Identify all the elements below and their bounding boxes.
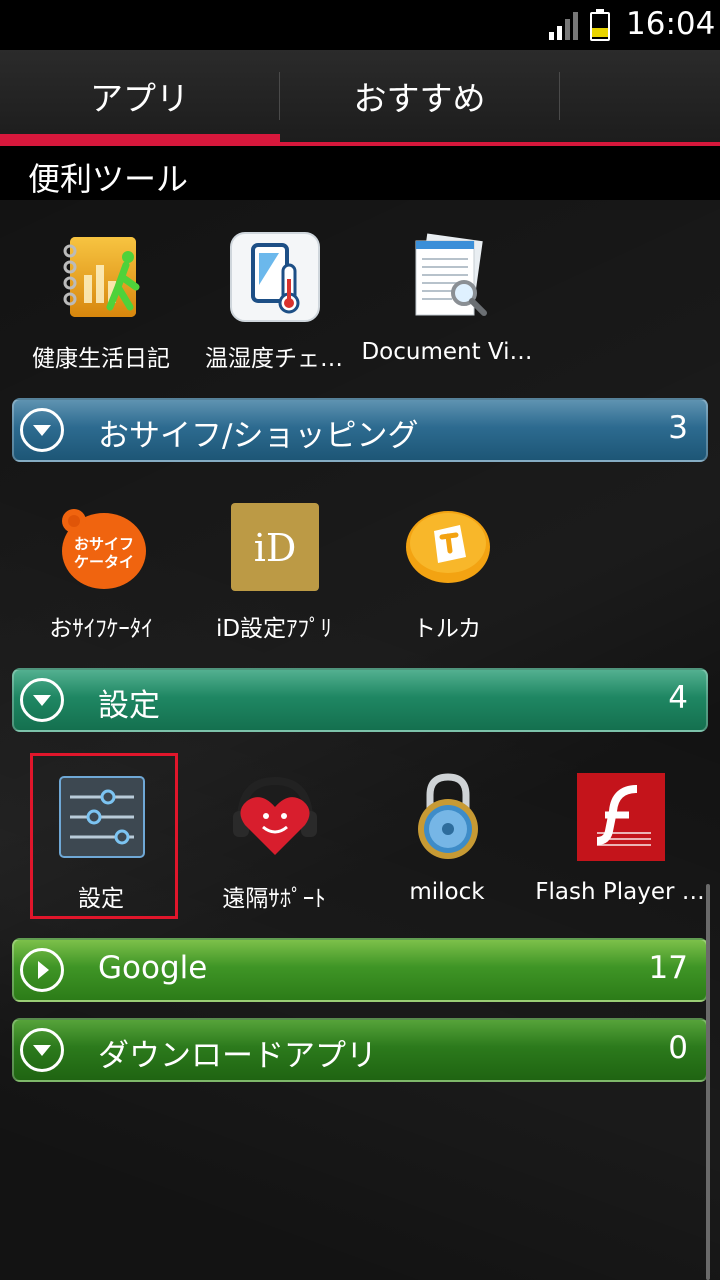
category-count: 4 — [668, 680, 688, 716]
document-viewer-icon — [415, 233, 487, 316]
osaifu-logo-text: ケータイ — [74, 553, 134, 571]
app-flash-player[interactable]: Flash Player … — [535, 743, 705, 913]
category-osaifu-shopping[interactable]: おサイフ/ショッピング 3 — [12, 398, 708, 462]
remote-support-icon — [233, 776, 317, 855]
toruca-icon — [406, 511, 490, 583]
app-label: iD設定ｱﾌﾟﾘ — [215, 616, 333, 642]
category-title: おサイフ/ショッピング — [98, 418, 419, 454]
battery-icon — [590, 9, 610, 41]
category-title: Google — [98, 950, 208, 986]
chevron-right-icon — [20, 948, 64, 992]
settings-icon — [59, 776, 145, 858]
app-id-settings[interactable]: iD iD設定ｱﾌﾟﾘ — [189, 473, 359, 643]
health-diary-icon — [63, 237, 140, 317]
app-label: 温湿度チェ… — [205, 346, 343, 372]
tab-divider — [559, 72, 560, 120]
scrollbar[interactable] — [706, 884, 710, 1280]
status-bar: 16:04 — [0, 0, 720, 50]
category-count: 0 — [668, 1030, 688, 1066]
app-label: 遠隔ｻﾎﾟｰﾄ — [222, 886, 326, 912]
app-temperature-humidity[interactable]: 温湿度チェ… — [189, 203, 359, 373]
category-title: 設定 — [98, 688, 160, 724]
chevron-down-icon — [20, 408, 64, 452]
app-toruca[interactable]: トルカ — [362, 473, 532, 643]
signal-strength-icon — [549, 12, 579, 40]
category-count: 17 — [648, 950, 688, 986]
app-remote-support[interactable]: 遠隔ｻﾎﾟｰﾄ — [189, 743, 359, 913]
id-app-icon: iD — [231, 503, 319, 591]
app-label: 健康生活日記 — [32, 346, 170, 372]
category-title: ダウンロードアプリ — [98, 1038, 377, 1074]
app-health-diary[interactable]: 健康生活日記 — [16, 203, 186, 373]
app-settings[interactable]: 設定 — [16, 743, 186, 913]
tab-apps[interactable]: アプリ — [0, 50, 279, 142]
app-document-viewer[interactable]: Document Vi… — [361, 203, 533, 373]
chevron-down-icon — [20, 1028, 64, 1072]
app-label: Document Vi… — [361, 339, 533, 365]
milock-padlock-icon — [418, 773, 478, 859]
tab-recommended[interactable]: おすすめ — [280, 50, 559, 142]
category-settings[interactable]: 設定 4 — [12, 668, 708, 732]
app-osaifu-keitai[interactable]: おサイフ ケータイ おｻｲﾌｹｰﾀｲ — [16, 473, 186, 643]
app-label: おｻｲﾌｹｰﾀｲ — [49, 616, 153, 642]
flash-player-icon — [577, 773, 665, 861]
category-google[interactable]: Google 17 — [12, 938, 708, 1002]
app-label: 設定 — [78, 886, 124, 912]
app-label: トルカ — [412, 616, 482, 642]
category-count: 3 — [668, 410, 688, 446]
app-label: Flash Player … — [535, 879, 705, 905]
thermometer-icon — [230, 232, 320, 322]
osaifu-keitai-icon: おサイフ ケータイ — [62, 509, 146, 589]
section-title: 便利ツール — [28, 160, 189, 198]
app-milock[interactable]: milock — [362, 743, 532, 913]
app-label: milock — [409, 879, 485, 905]
section-header-tools: 便利ツール — [0, 146, 720, 200]
chevron-down-icon — [20, 678, 64, 722]
tab-selected-indicator — [0, 134, 280, 142]
category-downloaded-apps[interactable]: ダウンロードアプリ 0 — [12, 1018, 708, 1082]
tab-bar: アプリ おすすめ — [0, 50, 720, 146]
id-logo-text: iD — [254, 526, 297, 570]
status-time: 16:04 — [626, 6, 716, 42]
osaifu-logo-text: おサイフ — [74, 535, 134, 553]
